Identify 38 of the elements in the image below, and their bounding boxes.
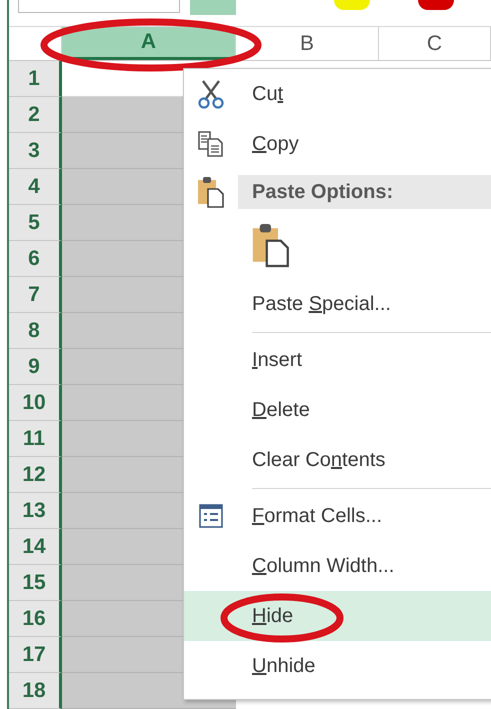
color-swatch[interactable] bbox=[334, 0, 370, 10]
row-header[interactable]: 18 bbox=[9, 673, 62, 709]
section-header: Paste Options: bbox=[238, 175, 491, 209]
column-header[interactable]: A bbox=[62, 27, 236, 60]
row-header[interactable]: 12 bbox=[9, 457, 62, 493]
menu-item[interactable]: Unhide bbox=[184, 641, 491, 691]
row-header[interactable]: 15 bbox=[9, 565, 62, 601]
row-header[interactable]: 1 bbox=[9, 61, 62, 97]
row-header[interactable]: 17 bbox=[9, 637, 62, 673]
menu-item[interactable]: Clear Contents bbox=[184, 435, 491, 485]
menu-item[interactable]: Paste Special... bbox=[184, 279, 491, 329]
name-box[interactable] bbox=[18, 0, 180, 13]
row-header[interactable]: 5 bbox=[9, 205, 62, 241]
menu-item[interactable]: Delete bbox=[184, 385, 491, 435]
row-header[interactable]: 13 bbox=[9, 493, 62, 529]
color-swatch[interactable] bbox=[418, 0, 454, 10]
row-header[interactable]: 10 bbox=[9, 385, 62, 421]
color-swatch[interactable] bbox=[190, 0, 236, 15]
menu-item[interactable]: Column Width... bbox=[184, 541, 491, 591]
row-header[interactable]: 9 bbox=[9, 349, 62, 385]
menu-item[interactable]: Insert bbox=[184, 335, 491, 385]
menu-item[interactable]: Cut bbox=[184, 69, 491, 119]
row-header[interactable]: 16 bbox=[9, 601, 62, 637]
row-header[interactable]: 6 bbox=[9, 241, 62, 277]
menu-item[interactable]: Copy bbox=[184, 119, 491, 169]
paste-icon bbox=[196, 175, 226, 209]
scissors-icon bbox=[197, 79, 225, 109]
menu-item[interactable]: Hide bbox=[184, 591, 491, 641]
row-header[interactable]: 3 bbox=[9, 133, 62, 169]
row-header[interactable]: 2 bbox=[9, 97, 62, 133]
row-header[interactable]: 4 bbox=[9, 169, 62, 205]
menu-item[interactable]: Format Cells... bbox=[184, 491, 491, 541]
row-header[interactable]: 11 bbox=[9, 421, 62, 457]
row-header[interactable]: 8 bbox=[9, 313, 62, 349]
copy-icon bbox=[197, 130, 225, 158]
row-header[interactable]: 7 bbox=[9, 277, 62, 313]
row-header[interactable]: 14 bbox=[9, 529, 62, 565]
format-cells-icon bbox=[198, 503, 224, 529]
